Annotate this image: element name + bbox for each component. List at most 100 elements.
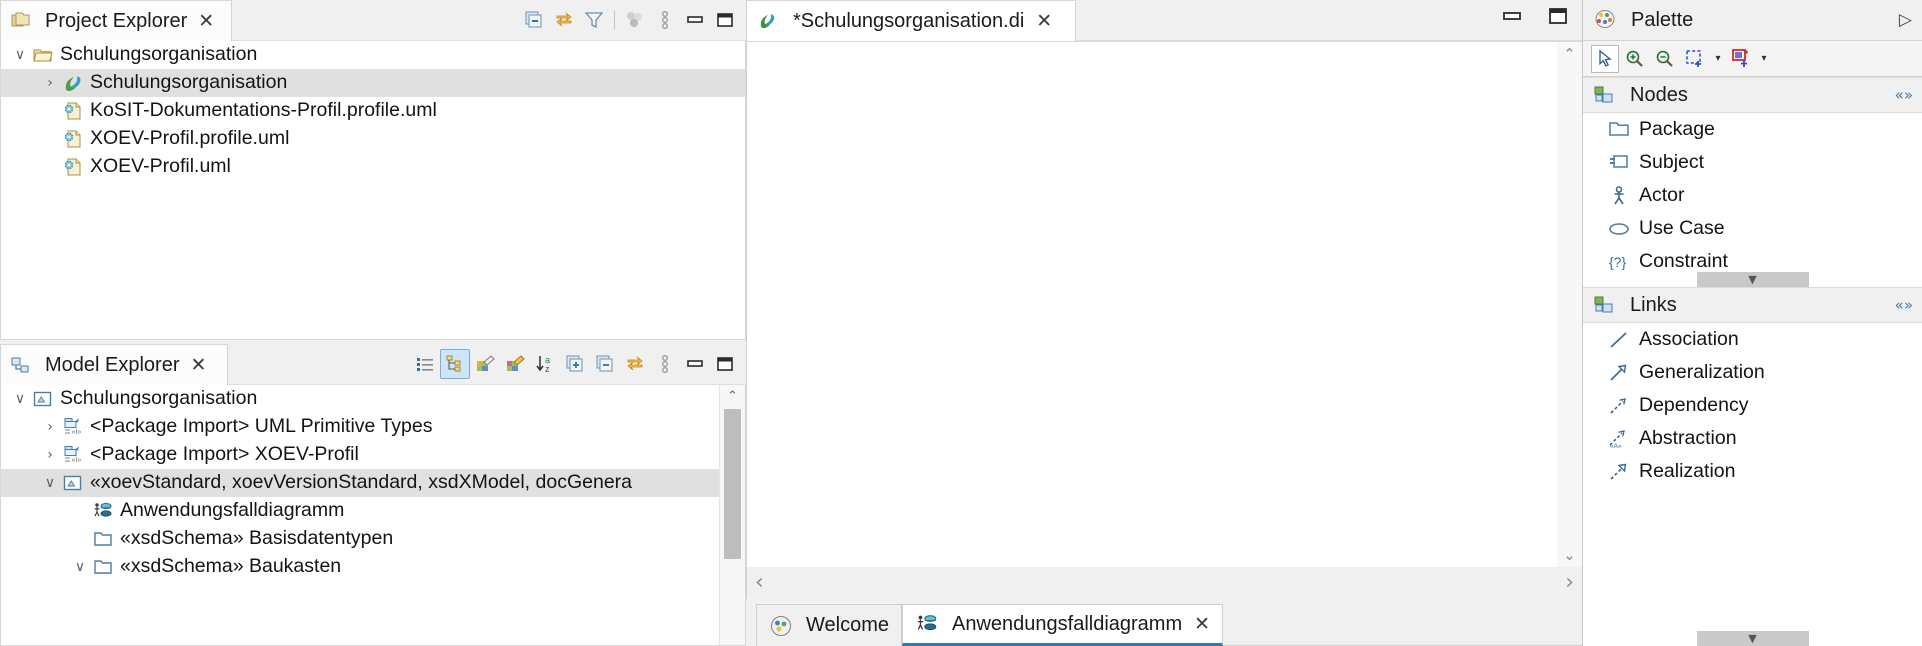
package-icon [91, 528, 115, 550]
left-panel-column: Project Explorer ✕ ∨ Schulungsorganisati… [0, 0, 746, 646]
select-tool-icon[interactable] [1591, 44, 1619, 73]
project-explorer-tree[interactable]: ∨ Schulungsorganisation › Schulungsorganisa… [0, 41, 746, 340]
show-list-icon[interactable] [410, 349, 440, 379]
chevron-down-icon[interactable]: ∨ [39, 475, 61, 491]
tree-row-label: XOEV-Profil.uml [90, 155, 231, 178]
palette-item[interactable]: Use Case [1583, 212, 1922, 245]
expand-all-icon[interactable] [560, 349, 590, 379]
tree-row[interactable]: ∨ «xoevStandard, xoevVersionStandard, xsd… [1, 469, 720, 497]
palette-group-title: Links [1630, 293, 1677, 316]
tree-row[interactable]: Anwendungsfalldiagramm [1, 497, 720, 525]
palette-item[interactable]: Package [1583, 113, 1922, 146]
chevron-down-icon[interactable]: ∨ [69, 559, 91, 575]
collapse-all-icon-2[interactable] [590, 349, 620, 379]
tree-row[interactable]: › «I» <Package Import> UML Primitive Types [1, 413, 720, 441]
model-explorer-scrollbar[interactable]: ⌃ [719, 385, 745, 645]
tree-row[interactable]: ∨ Schulungsorganisation [1, 385, 720, 413]
palette-pin-icon[interactable]: ▷ [1899, 10, 1912, 30]
project-explorer-tree-rows: ∨ Schulungsorganisation › Schulungsorganisa… [1, 41, 745, 339]
tree-row[interactable]: KoSIT-Dokumentations-Profil.profile.uml [1, 97, 745, 125]
scrollbar-thumb[interactable] [724, 409, 741, 559]
model-explorer-close-icon[interactable]: ✕ [191, 355, 207, 375]
tree-row[interactable]: «xsdSchema» Basisdatentypen [1, 525, 720, 553]
show-tree-icon[interactable] [440, 349, 470, 379]
diagram-scroll-up-icon[interactable]: ⌃ [1557, 42, 1582, 66]
chevron-down-icon[interactable]: ∨ [9, 391, 31, 407]
tree-row[interactable]: ∨ «xsdSchema» Baukasten [1, 553, 720, 581]
maximize-icon[interactable] [710, 5, 740, 35]
diagram-horizontal-scrollbar[interactable]: ‹ › [746, 567, 1582, 599]
editor-maximize-icon[interactable] [1546, 4, 1570, 28]
palette-item-label: Association [1639, 328, 1739, 350]
project-folder-icon [31, 44, 55, 66]
tree-row[interactable]: XOEV-Profil.profile.uml [1, 125, 745, 153]
tree-row[interactable]: XOEV-Profil.uml [1, 153, 745, 181]
palette-item-label: Dependency [1639, 394, 1749, 416]
palette-group-collapse-icon[interactable]: «» [1895, 86, 1913, 104]
model-explorer-tab-label: Model Explorer [45, 353, 180, 376]
marquee-tool-icon[interactable] [1681, 45, 1709, 73]
minimize-icon[interactable] [680, 5, 710, 35]
view-menu-icon[interactable] [650, 5, 680, 35]
zoom-in-icon[interactable] [1621, 45, 1649, 73]
palette-group-header[interactable]: Nodes «» [1583, 77, 1922, 113]
palette-item[interactable]: Dependency [1583, 389, 1922, 422]
project-explorer-close-icon[interactable]: ✕ [198, 11, 214, 31]
new-filter-icon[interactable] [500, 349, 530, 379]
collapse-all-icon[interactable] [519, 5, 549, 35]
editor-page-tabs-fill [1223, 603, 1582, 646]
editor-page-tab[interactable]: Anwendungsfalldiagramm ✕ [902, 604, 1224, 646]
diagram-canvas[interactable] [747, 41, 1557, 567]
marquee-dropdown-chevron-down-icon[interactable]: ▾ [1711, 53, 1725, 64]
maximize-icon-2[interactable] [710, 349, 740, 379]
scroll-up-icon[interactable]: ⌃ [720, 385, 745, 407]
tab-model-explorer[interactable]: Model Explorer ✕ [0, 344, 228, 385]
editor-minimize-icon[interactable] [1500, 4, 1524, 28]
uml-model-icon [756, 10, 780, 32]
tree-row[interactable]: › Schulungsorganisation [1, 69, 745, 97]
palette-scroll-down-icon[interactable]: ▼ [1696, 631, 1809, 646]
link-with-editor-icon-2[interactable] [620, 349, 650, 379]
filter-icon[interactable] [579, 5, 609, 35]
sort-az-icon[interactable]: a z [530, 349, 560, 379]
project-explorer-tabbar: Project Explorer ✕ [0, 0, 746, 41]
view-menu-icon-2[interactable] [650, 349, 680, 379]
edit-filter-icon[interactable] [470, 349, 500, 379]
diagram-vertical-scrollbar[interactable]: ⌃ ⌄ [1557, 41, 1582, 567]
palette-item[interactable]: Realization [1583, 455, 1922, 488]
palette-item[interactable]: «A» Abstraction [1583, 422, 1922, 455]
customize-view-icon[interactable] [620, 5, 650, 35]
editor-page-tab-close-icon[interactable]: ✕ [1194, 614, 1210, 634]
tree-row[interactable]: › «I» <Package Import> XOEV-Profil [1, 441, 720, 469]
palette-groups: Nodes «» Package Subject Actor Use Case {?} Co… [1583, 77, 1922, 646]
chevron-right-icon[interactable]: › [39, 447, 61, 463]
diagram-scroll-left-icon[interactable]: ‹ [755, 572, 764, 594]
palette-scroll-down-icon[interactable]: ▼ [1696, 272, 1809, 287]
note-dropdown-chevron-down-icon[interactable]: ▾ [1757, 53, 1771, 64]
editor-tab-close-icon[interactable]: ✕ [1036, 11, 1052, 31]
minimize-icon-2[interactable] [680, 349, 710, 379]
model-explorer-tabbar: Model Explorer ✕ a z [0, 344, 746, 385]
tab-project-explorer[interactable]: Project Explorer ✕ [0, 0, 232, 41]
note-attachment-icon[interactable] [1727, 45, 1755, 73]
link-with-editor-icon[interactable] [549, 5, 579, 35]
tree-row[interactable]: ∨ Schulungsorganisation [1, 41, 745, 69]
palette-group-header[interactable]: Links «» [1583, 287, 1922, 323]
project-explorer-view: Project Explorer ✕ ∨ Schulungsorganisati… [0, 0, 746, 340]
chevron-down-icon[interactable]: ∨ [9, 47, 31, 63]
palette-group-collapse-icon[interactable]: «» [1895, 296, 1913, 314]
palette-item[interactable]: Actor [1583, 179, 1922, 212]
diagram-scroll-down-icon[interactable]: ⌄ [1557, 543, 1582, 567]
diagram-scroll-right-icon[interactable]: › [1565, 572, 1574, 594]
editor-page-tabs: Welcome Anwendungsfalldiagramm ✕ [746, 599, 1582, 646]
editor-page-tab[interactable]: Welcome [756, 604, 902, 646]
tab-schulungsorganisation-di[interactable]: *Schulungsorganisation.di ✕ [746, 0, 1076, 41]
zoom-out-icon[interactable] [1651, 45, 1679, 73]
palette-item[interactable]: Association [1583, 323, 1922, 356]
tree-row-label: Schulungsorganisation [60, 43, 258, 66]
chevron-right-icon[interactable]: › [39, 75, 61, 91]
chevron-right-icon[interactable]: › [39, 419, 61, 435]
palette-item[interactable]: Subject [1583, 146, 1922, 179]
palette-item[interactable]: Generalization [1583, 356, 1922, 389]
model-explorer-tree[interactable]: ∨ Schulungsorganisation › «I» <Package Impor… [0, 385, 746, 646]
